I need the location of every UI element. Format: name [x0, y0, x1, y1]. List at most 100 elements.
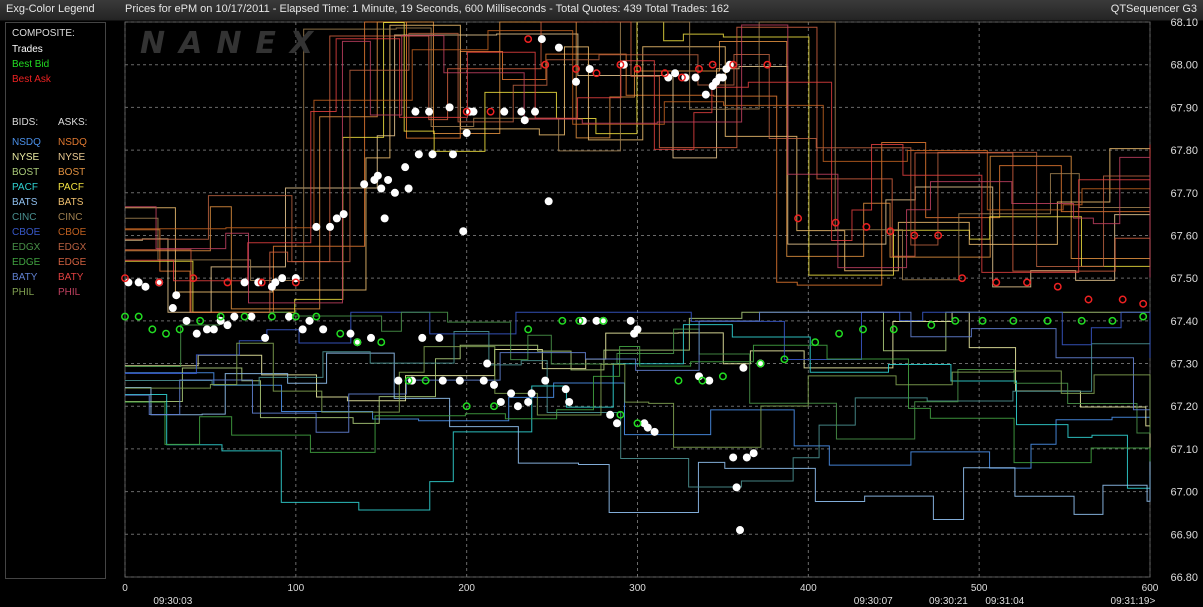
trade-point: [360, 180, 369, 189]
trade-point: [445, 103, 454, 112]
trade-point: [500, 107, 509, 116]
trade-point: [490, 380, 498, 389]
trade-point: [230, 312, 239, 321]
y-tick-label: 67.60: [1170, 230, 1198, 242]
trade-point: [732, 483, 741, 492]
trade-point: [367, 333, 375, 342]
trade-point: [496, 397, 505, 406]
trade-point: [739, 363, 748, 372]
price-chart: 68.10 68.00 67.90 67.80 67.70 67.60 67.50 67.40…: [121, 17, 1198, 607]
trade-point: [455, 376, 464, 385]
trade-point: [507, 389, 516, 398]
trade-point: [240, 278, 249, 287]
trade-point: [650, 427, 659, 436]
trade-point: [517, 107, 526, 116]
trade-point: [524, 397, 533, 406]
y-tick-label: 67.50: [1170, 273, 1198, 285]
trade-point: [469, 107, 478, 116]
trade-point: [462, 129, 471, 137]
time-label: 09:31:19>: [1111, 596, 1156, 607]
trade-point: [544, 197, 553, 206]
trade-point: [271, 278, 280, 287]
trade-point: [613, 419, 621, 428]
y-tick-label: 67.30: [1170, 359, 1198, 371]
trade-point: [671, 69, 680, 78]
trade-point: [209, 325, 218, 334]
nanex-watermark: NANEX: [140, 26, 328, 61]
trade-point: [643, 423, 652, 432]
trade-point: [527, 389, 536, 398]
x-tick-label: 600: [1142, 583, 1159, 594]
time-label: 09:30:03: [153, 596, 192, 607]
trade-point: [691, 73, 700, 82]
trade-point: [172, 291, 181, 300]
x-tick-label: 300: [629, 583, 646, 594]
trade-point: [520, 116, 529, 125]
trade-point: [479, 376, 488, 385]
trade-point: [449, 150, 457, 159]
trade-point: [373, 171, 382, 180]
trade-point: [742, 453, 751, 462]
x-tick-label: 200: [458, 583, 475, 594]
y-tick-label: 67.00: [1170, 487, 1198, 499]
trade-point: [377, 184, 386, 193]
time-label: 09:30:07: [854, 596, 893, 607]
trade-point: [247, 312, 256, 321]
trade-point: [401, 163, 410, 172]
y-tick-label: 68.00: [1170, 60, 1198, 72]
trade-point: [438, 376, 447, 385]
trade-point: [384, 175, 393, 184]
trade-point: [298, 325, 307, 334]
x-tick-label: 100: [287, 583, 304, 594]
trade-point: [428, 150, 437, 159]
x-tick-label: 0: [122, 583, 128, 594]
trade-point: [261, 333, 270, 342]
trade-point: [203, 325, 211, 334]
x-tick-label: 500: [971, 583, 988, 594]
trade-point: [435, 333, 444, 342]
y-tick-label: 67.40: [1170, 316, 1198, 328]
trade-point: [459, 227, 468, 236]
trade-point: [380, 214, 389, 223]
trade-point: [312, 222, 321, 231]
trade-point: [554, 43, 563, 52]
trade-point: [418, 333, 427, 342]
trade-point: [182, 316, 191, 325]
trade-point: [425, 107, 434, 116]
trade-point: [585, 64, 594, 73]
trade-point: [332, 214, 341, 223]
trade-point: [326, 222, 334, 231]
trade-point: [701, 90, 710, 99]
trade-point: [134, 278, 143, 287]
trade-point: [537, 35, 546, 44]
trade-point: [278, 274, 287, 283]
x-tick-label: 400: [800, 583, 817, 594]
trade-point: [565, 397, 574, 406]
trade-point: [749, 449, 758, 458]
trade-point: [305, 316, 314, 325]
trade-point: [390, 188, 399, 197]
y-tick-label: 66.90: [1170, 529, 1198, 541]
trade-point: [404, 184, 413, 193]
trade-point: [592, 316, 601, 325]
trade-point: [633, 325, 642, 334]
trade-point: [141, 282, 150, 291]
time-label: 09:31:04: [985, 596, 1024, 607]
trade-point: [626, 316, 635, 325]
trade-point: [718, 73, 727, 82]
y-tick-label: 67.70: [1170, 188, 1198, 200]
y-tick-label: 68.10: [1170, 17, 1198, 29]
trade-point: [483, 359, 492, 368]
trade-point: [729, 453, 738, 462]
trade-point: [513, 402, 522, 411]
trade-point: [285, 312, 293, 321]
trade-point: [394, 376, 403, 385]
trade-point: [168, 304, 177, 313]
trade-point: [561, 385, 570, 394]
trade-point: [606, 410, 615, 419]
trade-point: [319, 325, 328, 334]
time-label: 09:30:21: [929, 596, 968, 607]
trade-point: [705, 376, 714, 385]
y-tick-label: 67.10: [1170, 444, 1198, 456]
y-tick-label: 67.20: [1170, 401, 1198, 413]
